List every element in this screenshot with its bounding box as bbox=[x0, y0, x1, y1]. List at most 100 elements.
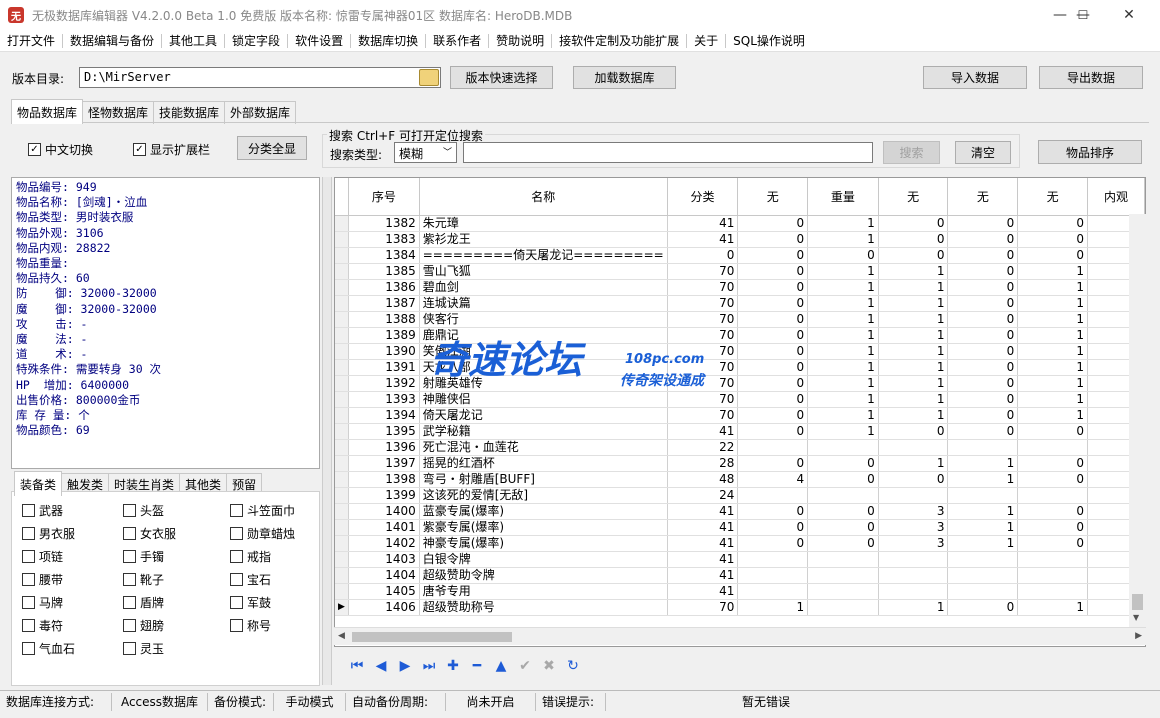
table-cell[interactable] bbox=[807, 551, 879, 568]
category-checkbox[interactable]: 称号 bbox=[230, 617, 271, 634]
hscroll-thumb[interactable] bbox=[352, 632, 512, 642]
table-cell[interactable] bbox=[807, 583, 879, 600]
table-cell[interactable]: 连城诀篇 bbox=[419, 295, 668, 312]
table-row[interactable]: 1385雪山飞狐70011019 bbox=[335, 263, 1145, 280]
table-row[interactable]: 1401紫豪专属(爆率)41003102 bbox=[335, 519, 1145, 536]
table-cell[interactable]: 41 bbox=[667, 423, 739, 440]
table-cell[interactable]: 0 bbox=[737, 215, 809, 232]
row-indicator[interactable] bbox=[335, 279, 349, 296]
table-cell[interactable]: 1 bbox=[807, 391, 879, 408]
table-row[interactable]: 1383紫衫龙王41010003 bbox=[335, 231, 1145, 248]
table-cell[interactable]: 1402 bbox=[348, 535, 420, 552]
table-cell[interactable]: 1 bbox=[878, 359, 949, 376]
row-indicator[interactable] bbox=[335, 327, 349, 344]
table-cell[interactable]: 射雕英雄传 bbox=[419, 375, 668, 392]
table-cell[interactable]: 1 bbox=[1017, 599, 1088, 616]
table-row[interactable]: 1394倚天屠龙记70011019 bbox=[335, 407, 1145, 424]
table-cell[interactable]: 1405 bbox=[348, 583, 420, 600]
db-tab-0[interactable]: 物品数据库 bbox=[11, 99, 84, 124]
table-cell[interactable]: 0 bbox=[947, 327, 1019, 344]
table-cell[interactable]: 武学秘籍 bbox=[419, 423, 668, 440]
table-cell[interactable]: 1 bbox=[878, 263, 949, 280]
table-cell[interactable]: 1 bbox=[878, 407, 949, 424]
prev-icon[interactable]: ◀ bbox=[369, 656, 393, 676]
table-cell[interactable]: 0 bbox=[737, 391, 809, 408]
clear-button[interactable]: 清空 bbox=[955, 141, 1011, 164]
category-checkbox[interactable]: 翅膀 bbox=[123, 617, 164, 634]
table-row[interactable]: 1392射雕英雄传70011019 bbox=[335, 375, 1145, 392]
table-cell[interactable]: 41 bbox=[667, 503, 739, 520]
row-indicator[interactable] bbox=[335, 535, 349, 552]
table-cell[interactable]: 1383 bbox=[348, 231, 420, 248]
grid-vertical-scrollbar[interactable]: ▼ bbox=[1129, 214, 1146, 627]
table-cell[interactable]: 70 bbox=[667, 263, 739, 280]
table-row[interactable]: 1399这该死的爱情[无敌]241 bbox=[335, 487, 1145, 504]
table-cell[interactable]: 41 bbox=[667, 583, 739, 600]
up-icon[interactable]: ▲ bbox=[489, 656, 513, 676]
table-cell[interactable]: 1 bbox=[878, 599, 949, 616]
table-cell[interactable] bbox=[807, 487, 879, 504]
table-cell[interactable]: 紫衫龙王 bbox=[419, 231, 668, 248]
table-cell[interactable]: 0 bbox=[737, 263, 809, 280]
table-cell[interactable]: 41 bbox=[667, 567, 739, 584]
table-cell[interactable]: 0 bbox=[1017, 471, 1088, 488]
table-cell[interactable]: 41 bbox=[667, 551, 739, 568]
category-checkbox[interactable]: 女衣服 bbox=[123, 525, 176, 542]
table-cell[interactable]: 0 bbox=[947, 375, 1019, 392]
table-cell[interactable] bbox=[737, 567, 809, 584]
table-cell[interactable]: 0 bbox=[737, 279, 809, 296]
table-cell[interactable]: 0 bbox=[1017, 231, 1088, 248]
menu-item-10[interactable]: SQL操作说明 bbox=[726, 32, 812, 49]
confirm-icon[interactable]: ✔ bbox=[513, 656, 537, 676]
table-cell[interactable]: 1400 bbox=[348, 503, 420, 520]
row-indicator[interactable] bbox=[335, 407, 349, 424]
close-button[interactable]: ✕ bbox=[1106, 0, 1152, 30]
category-checkbox[interactable]: 马牌 bbox=[22, 594, 63, 611]
row-indicator[interactable] bbox=[335, 343, 349, 360]
table-cell[interactable]: 0 bbox=[947, 279, 1019, 296]
table-cell[interactable] bbox=[878, 583, 949, 600]
refresh-icon[interactable]: ↻ bbox=[561, 656, 585, 676]
table-cell[interactable]: 1 bbox=[878, 343, 949, 360]
table-row[interactable]: 1391天龙八部70011019 bbox=[335, 359, 1145, 376]
column-header-7[interactable]: 无 bbox=[1017, 178, 1088, 216]
menu-item-7[interactable]: 赞助说明 bbox=[489, 32, 551, 49]
table-cell[interactable]: 0 bbox=[1017, 455, 1088, 472]
table-cell[interactable]: 死亡混沌・血莲花 bbox=[419, 439, 668, 456]
table-cell[interactable]: 0 bbox=[947, 215, 1019, 232]
table-cell[interactable]: 1 bbox=[878, 311, 949, 328]
category-checkbox[interactable]: 勋章蜡烛 bbox=[230, 525, 295, 542]
table-cell[interactable] bbox=[947, 439, 1019, 456]
table-cell[interactable]: 0 bbox=[737, 231, 809, 248]
menu-item-0[interactable]: 打开文件 bbox=[0, 32, 62, 49]
table-cell[interactable]: 0 bbox=[947, 599, 1019, 616]
delete-icon[interactable]: ━ bbox=[465, 656, 489, 676]
table-row[interactable]: 1402神豪专属(爆率)41003102 bbox=[335, 535, 1145, 552]
table-row[interactable]: 1387连城诀篇70011019 bbox=[335, 295, 1145, 312]
table-cell[interactable]: 24 bbox=[667, 487, 739, 504]
row-indicator[interactable] bbox=[335, 487, 349, 504]
table-cell[interactable]: 1 bbox=[1017, 279, 1088, 296]
table-cell[interactable]: 0 bbox=[807, 503, 879, 520]
table-cell[interactable] bbox=[1017, 583, 1088, 600]
category-checkbox[interactable]: 军鼓 bbox=[230, 594, 271, 611]
row-indicator[interactable] bbox=[335, 503, 349, 520]
table-cell[interactable]: 1401 bbox=[348, 519, 420, 536]
table-cell[interactable]: 白银令牌 bbox=[419, 551, 668, 568]
table-cell[interactable] bbox=[1017, 487, 1088, 504]
row-indicator[interactable] bbox=[335, 311, 349, 328]
table-cell[interactable]: 0 bbox=[1017, 503, 1088, 520]
menu-item-8[interactable]: 接软件定制及功能扩展 bbox=[552, 32, 686, 49]
table-cell[interactable] bbox=[878, 487, 949, 504]
category-checkbox[interactable]: 手镯 bbox=[123, 548, 164, 565]
table-cell[interactable]: 41 bbox=[667, 215, 739, 232]
row-indicator[interactable] bbox=[335, 263, 349, 280]
category-tab-0[interactable]: 装备类 bbox=[14, 471, 63, 496]
menu-item-1[interactable]: 数据编辑与备份 bbox=[63, 32, 161, 49]
table-cell[interactable]: 1 bbox=[807, 359, 879, 376]
column-header-2[interactable]: 分类 bbox=[667, 178, 739, 216]
table-cell[interactable]: 侠客行 bbox=[419, 311, 668, 328]
splitter[interactable] bbox=[322, 177, 332, 685]
table-row[interactable]: 1397摇晃的红酒杯28001101 bbox=[335, 455, 1145, 472]
menu-item-2[interactable]: 其他工具 bbox=[162, 32, 224, 49]
